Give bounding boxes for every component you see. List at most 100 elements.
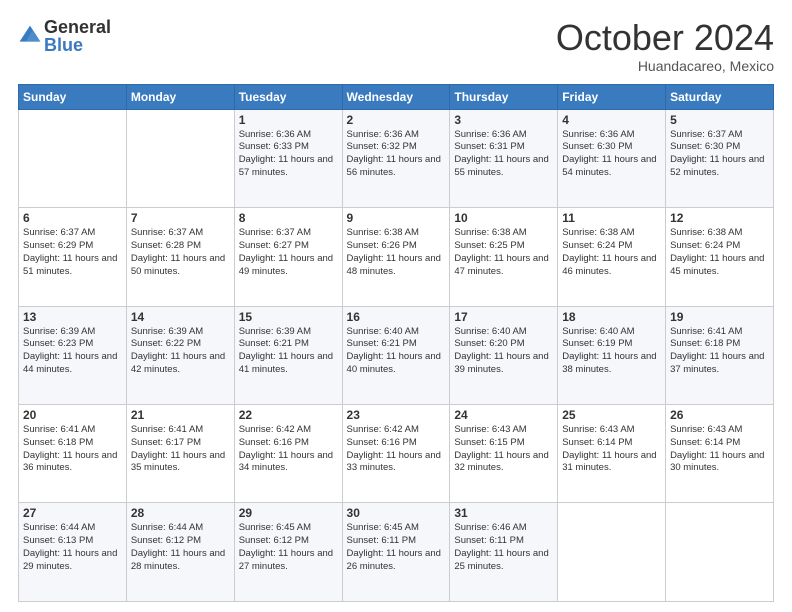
col-saturday: Saturday	[666, 84, 774, 109]
day-number: 29	[239, 506, 338, 520]
day-number: 22	[239, 408, 338, 422]
day-number: 21	[131, 408, 230, 422]
col-friday: Friday	[558, 84, 666, 109]
day-info: Sunrise: 6:43 AMSunset: 6:15 PMDaylight:…	[454, 424, 553, 475]
day-cell: 3 Sunrise: 6:36 AMSunset: 6:31 PMDayligh…	[450, 109, 558, 207]
col-tuesday: Tuesday	[234, 84, 342, 109]
day-cell: 25 Sunrise: 6:43 AMSunset: 6:14 PMDaylig…	[558, 405, 666, 503]
day-number: 12	[670, 211, 769, 225]
day-cell: 1 Sunrise: 6:36 AMSunset: 6:33 PMDayligh…	[234, 109, 342, 207]
day-info: Sunrise: 6:41 AMSunset: 6:18 PMDaylight:…	[670, 326, 769, 377]
day-info: Sunrise: 6:38 AMSunset: 6:24 PMDaylight:…	[562, 227, 661, 278]
day-info: Sunrise: 6:38 AMSunset: 6:26 PMDaylight:…	[347, 227, 446, 278]
day-cell: 24 Sunrise: 6:43 AMSunset: 6:15 PMDaylig…	[450, 405, 558, 503]
col-thursday: Thursday	[450, 84, 558, 109]
day-cell: 21 Sunrise: 6:41 AMSunset: 6:17 PMDaylig…	[126, 405, 234, 503]
day-cell: 5 Sunrise: 6:37 AMSunset: 6:30 PMDayligh…	[666, 109, 774, 207]
day-info: Sunrise: 6:46 AMSunset: 6:11 PMDaylight:…	[454, 522, 553, 573]
day-info: Sunrise: 6:42 AMSunset: 6:16 PMDaylight:…	[239, 424, 338, 475]
day-number: 25	[562, 408, 661, 422]
day-info: Sunrise: 6:42 AMSunset: 6:16 PMDaylight:…	[347, 424, 446, 475]
day-number: 5	[670, 113, 769, 127]
day-number: 15	[239, 310, 338, 324]
day-info: Sunrise: 6:43 AMSunset: 6:14 PMDaylight:…	[670, 424, 769, 475]
day-number: 31	[454, 506, 553, 520]
day-info: Sunrise: 6:39 AMSunset: 6:22 PMDaylight:…	[131, 326, 230, 377]
day-info: Sunrise: 6:36 AMSunset: 6:31 PMDaylight:…	[454, 129, 553, 180]
day-info: Sunrise: 6:44 AMSunset: 6:13 PMDaylight:…	[23, 522, 122, 573]
day-info: Sunrise: 6:38 AMSunset: 6:24 PMDaylight:…	[670, 227, 769, 278]
day-number: 30	[347, 506, 446, 520]
day-number: 23	[347, 408, 446, 422]
day-info: Sunrise: 6:43 AMSunset: 6:14 PMDaylight:…	[562, 424, 661, 475]
day-cell	[126, 109, 234, 207]
day-number: 28	[131, 506, 230, 520]
day-number: 14	[131, 310, 230, 324]
day-info: Sunrise: 6:36 AMSunset: 6:30 PMDaylight:…	[562, 129, 661, 180]
col-wednesday: Wednesday	[342, 84, 450, 109]
day-number: 26	[670, 408, 769, 422]
day-info: Sunrise: 6:40 AMSunset: 6:20 PMDaylight:…	[454, 326, 553, 377]
day-info: Sunrise: 6:36 AMSunset: 6:32 PMDaylight:…	[347, 129, 446, 180]
day-info: Sunrise: 6:37 AMSunset: 6:28 PMDaylight:…	[131, 227, 230, 278]
day-info: Sunrise: 6:45 AMSunset: 6:12 PMDaylight:…	[239, 522, 338, 573]
day-number: 8	[239, 211, 338, 225]
logo-general: General	[44, 18, 111, 36]
day-info: Sunrise: 6:39 AMSunset: 6:21 PMDaylight:…	[239, 326, 338, 377]
day-number: 17	[454, 310, 553, 324]
day-info: Sunrise: 6:44 AMSunset: 6:12 PMDaylight:…	[131, 522, 230, 573]
day-info: Sunrise: 6:39 AMSunset: 6:23 PMDaylight:…	[23, 326, 122, 377]
day-cell: 13 Sunrise: 6:39 AMSunset: 6:23 PMDaylig…	[19, 306, 127, 404]
day-info: Sunrise: 6:38 AMSunset: 6:25 PMDaylight:…	[454, 227, 553, 278]
day-info: Sunrise: 6:40 AMSunset: 6:19 PMDaylight:…	[562, 326, 661, 377]
day-number: 7	[131, 211, 230, 225]
logo: General Blue	[18, 18, 111, 54]
day-cell: 11 Sunrise: 6:38 AMSunset: 6:24 PMDaylig…	[558, 208, 666, 306]
day-cell: 18 Sunrise: 6:40 AMSunset: 6:19 PMDaylig…	[558, 306, 666, 404]
day-cell: 30 Sunrise: 6:45 AMSunset: 6:11 PMDaylig…	[342, 503, 450, 602]
day-cell: 26 Sunrise: 6:43 AMSunset: 6:14 PMDaylig…	[666, 405, 774, 503]
day-cell: 7 Sunrise: 6:37 AMSunset: 6:28 PMDayligh…	[126, 208, 234, 306]
day-number: 19	[670, 310, 769, 324]
day-info: Sunrise: 6:41 AMSunset: 6:17 PMDaylight:…	[131, 424, 230, 475]
day-info: Sunrise: 6:37 AMSunset: 6:27 PMDaylight:…	[239, 227, 338, 278]
header-row: Sunday Monday Tuesday Wednesday Thursday…	[19, 84, 774, 109]
page: General Blue October 2024 Huandacareo, M…	[0, 0, 792, 612]
day-info: Sunrise: 6:45 AMSunset: 6:11 PMDaylight:…	[347, 522, 446, 573]
day-number: 27	[23, 506, 122, 520]
day-number: 6	[23, 211, 122, 225]
day-cell: 20 Sunrise: 6:41 AMSunset: 6:18 PMDaylig…	[19, 405, 127, 503]
day-cell: 29 Sunrise: 6:45 AMSunset: 6:12 PMDaylig…	[234, 503, 342, 602]
calendar-table: Sunday Monday Tuesday Wednesday Thursday…	[18, 84, 774, 602]
col-monday: Monday	[126, 84, 234, 109]
day-cell	[558, 503, 666, 602]
day-number: 11	[562, 211, 661, 225]
day-cell	[666, 503, 774, 602]
day-info: Sunrise: 6:40 AMSunset: 6:21 PMDaylight:…	[347, 326, 446, 377]
day-number: 2	[347, 113, 446, 127]
day-info: Sunrise: 6:37 AMSunset: 6:29 PMDaylight:…	[23, 227, 122, 278]
week-row-3: 13 Sunrise: 6:39 AMSunset: 6:23 PMDaylig…	[19, 306, 774, 404]
day-number: 20	[23, 408, 122, 422]
week-row-2: 6 Sunrise: 6:37 AMSunset: 6:29 PMDayligh…	[19, 208, 774, 306]
week-row-5: 27 Sunrise: 6:44 AMSunset: 6:13 PMDaylig…	[19, 503, 774, 602]
col-sunday: Sunday	[19, 84, 127, 109]
day-number: 4	[562, 113, 661, 127]
day-cell: 28 Sunrise: 6:44 AMSunset: 6:12 PMDaylig…	[126, 503, 234, 602]
day-cell: 10 Sunrise: 6:38 AMSunset: 6:25 PMDaylig…	[450, 208, 558, 306]
day-number: 24	[454, 408, 553, 422]
day-number: 10	[454, 211, 553, 225]
day-cell: 31 Sunrise: 6:46 AMSunset: 6:11 PMDaylig…	[450, 503, 558, 602]
day-info: Sunrise: 6:36 AMSunset: 6:33 PMDaylight:…	[239, 129, 338, 180]
day-cell: 2 Sunrise: 6:36 AMSunset: 6:32 PMDayligh…	[342, 109, 450, 207]
day-cell: 8 Sunrise: 6:37 AMSunset: 6:27 PMDayligh…	[234, 208, 342, 306]
week-row-4: 20 Sunrise: 6:41 AMSunset: 6:18 PMDaylig…	[19, 405, 774, 503]
title-block: October 2024 Huandacareo, Mexico	[556, 18, 774, 74]
day-cell: 17 Sunrise: 6:40 AMSunset: 6:20 PMDaylig…	[450, 306, 558, 404]
logo-text: General Blue	[44, 18, 111, 54]
day-cell: 19 Sunrise: 6:41 AMSunset: 6:18 PMDaylig…	[666, 306, 774, 404]
day-number: 18	[562, 310, 661, 324]
day-cell: 16 Sunrise: 6:40 AMSunset: 6:21 PMDaylig…	[342, 306, 450, 404]
day-number: 16	[347, 310, 446, 324]
day-info: Sunrise: 6:41 AMSunset: 6:18 PMDaylight:…	[23, 424, 122, 475]
